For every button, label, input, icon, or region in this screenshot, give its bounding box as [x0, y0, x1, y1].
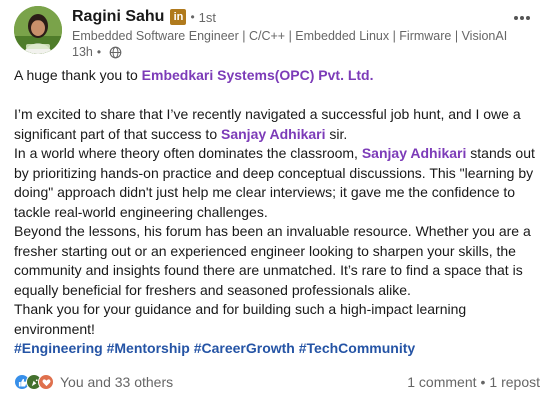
profile-photo: [14, 6, 62, 54]
separator: •: [190, 10, 195, 24]
separator: •: [96, 45, 102, 59]
globe-icon: [109, 46, 122, 58]
hashtag-link[interactable]: #CareerGrowth: [194, 340, 295, 356]
author-name[interactable]: Ragini Sahu: [72, 8, 164, 26]
hashtag-link[interactable]: #TechCommunity: [299, 340, 415, 356]
author-headline: Embedded Software Engineer | C/C++ | Emb…: [72, 29, 508, 43]
reposts-count[interactable]: 1 repost: [489, 374, 540, 390]
comments-count[interactable]: 1 comment: [407, 374, 476, 390]
author-name-row: Ragini Sahu in • 1st: [72, 6, 507, 28]
linkedin-badge-icon: in: [170, 9, 187, 25]
paragraph-intro: A huge thank you to Embedkari Systems(OP…: [14, 66, 542, 86]
engagement-counts: 1 comment • 1 repost: [407, 374, 540, 390]
text-segment: sir.: [325, 125, 348, 142]
ellipsis-icon: [514, 16, 530, 20]
reaction-count[interactable]: You and 33 others: [60, 374, 173, 390]
text-segment: In a world where theory often dominates …: [14, 145, 362, 161]
love-icon: [38, 374, 54, 390]
more-options-button[interactable]: [512, 8, 532, 28]
author-info: Ragini Sahu in • 1st Embedded Software E…: [72, 6, 507, 59]
person-mention-link[interactable]: Sanjay Adhikari: [362, 145, 467, 161]
post-header: Ragini Sahu in • 1st Embedded Software E…: [14, 6, 536, 60]
reaction-icons[interactable]: [14, 374, 54, 390]
paragraph-teaching: In a world where theory often dominates …: [14, 144, 542, 222]
hashtag-list: #Engineering #Mentorship #CareerGrowth #…: [14, 339, 542, 359]
author-avatar[interactable]: [14, 6, 62, 54]
paragraph-thanks: Thank you for your guidance and for buil…: [14, 301, 467, 337]
post-time: 13h: [72, 45, 93, 59]
paragraph-forum: Beyond the lessons, his forum has been a…: [14, 223, 531, 298]
paragraph-job-hunt: I’m excited to share that I’ve recently …: [14, 105, 542, 144]
separator: •: [480, 374, 486, 390]
hashtag-link[interactable]: #Mentorship: [107, 340, 190, 356]
person-mention-link[interactable]: Sanjay Adhikari: [221, 126, 326, 142]
text-segment: A huge thank you to: [14, 67, 142, 83]
post-meta: 13h •: [72, 45, 507, 59]
connection-degree: 1st: [198, 9, 216, 25]
company-mention-link[interactable]: Embedkari Systems(OPC) Pvt. Ltd.: [142, 67, 374, 83]
hashtag-link[interactable]: #Engineering: [14, 340, 103, 356]
post-body: A huge thank you to Embedkari Systems(OP…: [14, 66, 542, 359]
social-counts-bar: You and 33 others 1 comment • 1 repost: [14, 372, 540, 392]
